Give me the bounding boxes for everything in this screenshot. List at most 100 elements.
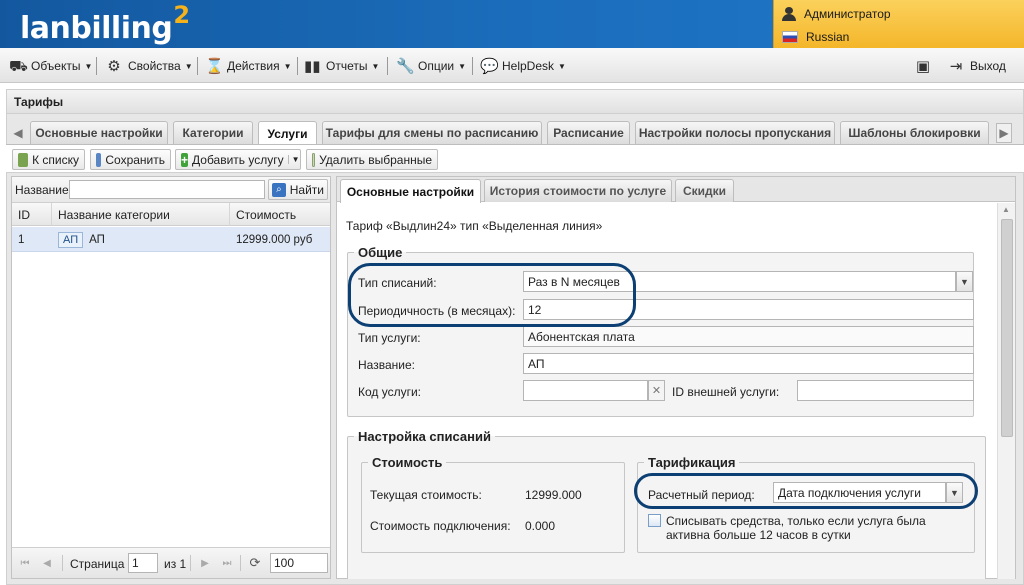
gear-icon: ⚙ <box>107 57 121 75</box>
tab-categories[interactable]: Категории <box>173 121 253 144</box>
name-input[interactable]: АП <box>523 353 974 374</box>
scrollbar-thumb[interactable] <box>1001 219 1013 437</box>
current-cost-label: Текущая стоимость: <box>370 488 482 502</box>
page-size-select[interactable]: 100 <box>270 553 328 573</box>
bar-chart-icon: ▮▮ <box>304 57 321 75</box>
refresh-icon[interactable]: ⟳ <box>246 554 264 572</box>
back-to-list-button[interactable]: К списку <box>12 149 85 170</box>
category-badge: АП <box>58 231 84 248</box>
tab-services[interactable]: Услуги <box>258 121 317 145</box>
page-title-bar: Тарифы <box>6 89 1024 113</box>
periodicity-label: Периодичность (в месяцах): <box>358 304 516 318</box>
pager-separator <box>190 555 191 571</box>
details-scrollbar[interactable]: ▲ <box>997 203 1015 579</box>
name-label: Название: <box>358 358 415 372</box>
periodicity-input[interactable]: 12 <box>523 299 974 320</box>
user-name: Администратор <box>804 7 891 21</box>
dropdown-arrow-icon: ▼ <box>287 155 300 164</box>
checkbox-label-line2: активна больше 12 часов в сутки <box>666 528 851 542</box>
charges-legend: Настройка списаний <box>358 429 491 444</box>
table-row[interactable]: 1 АП АП 12999.000 руб <box>12 227 330 252</box>
page-label: Страница <box>70 557 125 571</box>
column-header-id[interactable]: ID <box>12 203 52 226</box>
list-icon <box>18 152 29 167</box>
billing-period-label: Расчетный период: <box>648 488 755 502</box>
add-service-button[interactable]: + Добавить услугу ▼ <box>175 149 301 170</box>
truck-icon: ⛟ <box>9 57 28 75</box>
subtab-main-settings[interactable]: Основные настройки <box>340 179 481 203</box>
find-button[interactable]: ⌕ Найти <box>268 179 328 200</box>
search-row: Название: ⌕ Найти <box>12 177 330 203</box>
current-cost-value: 12999.000 <box>525 488 582 502</box>
general-legend: Общие <box>358 245 403 260</box>
chevron-down-icon[interactable]: ▼ <box>956 271 973 292</box>
charge-type-select[interactable]: Раз в N месяцев <box>523 271 956 292</box>
dropdown-arrow-icon: ▼ <box>458 61 467 71</box>
page-number-input[interactable]: 1 <box>128 553 158 573</box>
search-icon: ⌕ <box>272 182 286 197</box>
tab-block-templates[interactable]: Шаблоны блокировки <box>840 121 989 144</box>
dock-icon: ▣ <box>915 57 931 75</box>
chevron-down-icon[interactable]: ▼ <box>946 482 963 503</box>
column-header-cost[interactable]: Стоимость <box>230 203 330 226</box>
search-label: Название: <box>15 183 72 197</box>
connection-cost-value: 0.000 <box>525 519 556 533</box>
dock-toggle-button[interactable]: ▣ <box>915 56 931 76</box>
search-input[interactable] <box>69 180 265 199</box>
subtab-discounts[interactable]: Скидки <box>675 179 734 202</box>
menu-separator <box>96 57 97 75</box>
page-title: Тарифы <box>14 95 64 109</box>
service-code-input[interactable] <box>523 380 648 401</box>
save-icon <box>96 152 102 167</box>
tariff-description: Тариф «Выдлин24» тип «Выделенная линия» <box>346 219 603 233</box>
dropdown-arrow-icon: ▼ <box>371 61 380 71</box>
language-label: Russian <box>806 30 850 44</box>
connection-cost-label: Стоимость подключения: <box>370 519 511 533</box>
tab-schedule[interactable]: Расписание <box>547 121 630 144</box>
row-id: 1 <box>18 233 25 246</box>
tab-scroll-left-button[interactable]: ◀ <box>10 123 26 143</box>
service-code-label: Код услуги: <box>358 385 422 399</box>
charge-type-label: Тип списаний: <box>358 276 437 290</box>
app-logo: lanbilling2 <box>20 1 190 46</box>
menu-properties[interactable]: ⚙ Свойства ▼ <box>106 56 193 76</box>
menu-helpdesk[interactable]: 💬 HelpDesk ▼ <box>480 56 566 76</box>
pager-separator <box>240 555 241 571</box>
prev-page-icon[interactable]: ◀ <box>38 554 56 572</box>
menu-objects[interactable]: ⛟ Объекты ▼ <box>9 56 92 76</box>
subtab-cost-history[interactable]: История стоимости по услуге <box>484 179 672 202</box>
next-page-icon[interactable]: ▶ <box>196 554 214 572</box>
clear-icon[interactable]: ✕ <box>648 380 665 401</box>
speech-bubble-icon: 💬 <box>480 57 499 75</box>
service-type-input[interactable]: Абонентская плата <box>523 326 974 347</box>
tab-bandwidth-settings[interactable]: Настройки полосы пропускания <box>635 121 835 144</box>
menu-actions[interactable]: ⌛ Действия ▼ <box>205 56 292 76</box>
cost-legend: Стоимость <box>372 455 443 470</box>
billing-legend: Тарификация <box>648 455 736 470</box>
user-account[interactable]: Администратор <box>782 4 891 24</box>
dropdown-arrow-icon: ▼ <box>184 61 193 71</box>
tab-schedule-tariffs[interactable]: Тарифы для смены по расписанию <box>322 121 542 144</box>
recycle-icon <box>312 152 316 167</box>
external-id-input[interactable] <box>797 380 974 401</box>
last-page-icon[interactable]: ⏭ <box>218 554 236 572</box>
menu-options[interactable]: 🔧 Опции ▼ <box>396 56 466 76</box>
column-header-category[interactable]: Название категории <box>52 203 230 226</box>
service-details-panel: Основные настройки История стоимости по … <box>336 176 1016 579</box>
first-page-icon[interactable]: ⏮ <box>16 554 34 572</box>
dropdown-arrow-icon: ▼ <box>283 61 292 71</box>
pager-separator <box>62 555 63 571</box>
billing-period-select[interactable]: Дата подключения услуги <box>773 482 946 503</box>
tab-main-settings[interactable]: Основные настройки <box>30 121 168 144</box>
dropdown-arrow-icon: ▼ <box>84 61 93 71</box>
scroll-up-icon[interactable]: ▲ <box>1002 205 1010 214</box>
logout-button[interactable]: ⇥ Выход <box>948 56 1006 76</box>
language-selector[interactable]: Russian <box>782 27 849 47</box>
page-count: из 1 <box>164 557 187 571</box>
active-12h-checkbox[interactable] <box>648 514 661 527</box>
save-button[interactable]: Сохранить <box>90 149 171 170</box>
menu-reports[interactable]: ▮▮ Отчеты ▼ <box>304 56 379 76</box>
tariff-tabs: ◀ Основные настройки Категории Услуги Та… <box>6 119 1024 145</box>
tab-scroll-right-button[interactable]: ▶ <box>996 123 1012 143</box>
delete-selected-button[interactable]: Удалить выбранные <box>306 149 438 170</box>
